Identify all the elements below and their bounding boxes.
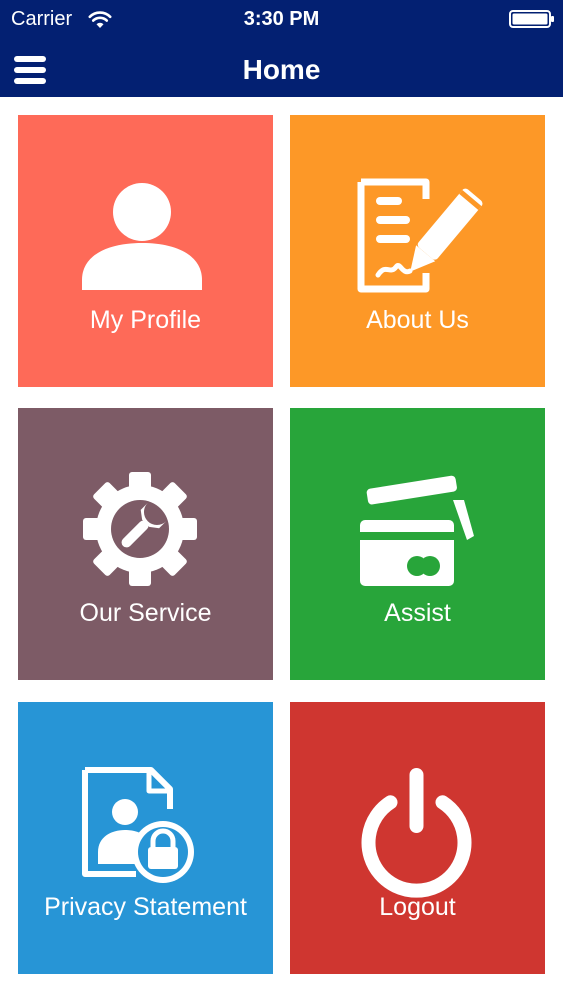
tile-label: About Us xyxy=(366,306,469,334)
power-icon xyxy=(361,768,472,898)
credit-card-icon xyxy=(360,475,474,586)
page-title: Home xyxy=(242,54,321,85)
tile-label: Privacy Statement xyxy=(44,893,247,921)
tile-privacy-statement[interactable]: Privacy Statement xyxy=(18,702,273,974)
tile-about-us[interactable]: About Us xyxy=(290,115,545,387)
tile-label: My Profile xyxy=(89,306,202,334)
tile-assist[interactable]: Assist xyxy=(290,408,545,680)
tile-our-service[interactable]: Our Service xyxy=(18,408,273,680)
user-profile-icon xyxy=(82,183,202,290)
header: Carrier 3:30 PM Home xyxy=(0,0,563,97)
tile-label: Logout xyxy=(379,893,456,921)
battery-icon xyxy=(509,10,554,28)
status-bar: Carrier 3:30 PM xyxy=(0,0,563,40)
home-screen: Carrier 3:30 PM Home My Profile About Us… xyxy=(0,0,563,1000)
document-edit-icon xyxy=(357,178,483,293)
tile-my-profile[interactable]: My Profile xyxy=(18,115,273,387)
tile-label: Our Service xyxy=(79,599,212,627)
tile-logout[interactable]: Logout xyxy=(290,702,545,974)
status-time: 3:30 PM xyxy=(243,8,320,30)
navigation-bar: Home xyxy=(0,40,563,97)
tile-label: Assist xyxy=(384,599,451,627)
settings-wrench-icon xyxy=(83,472,197,586)
privacy-document-lock-icon xyxy=(82,767,194,883)
